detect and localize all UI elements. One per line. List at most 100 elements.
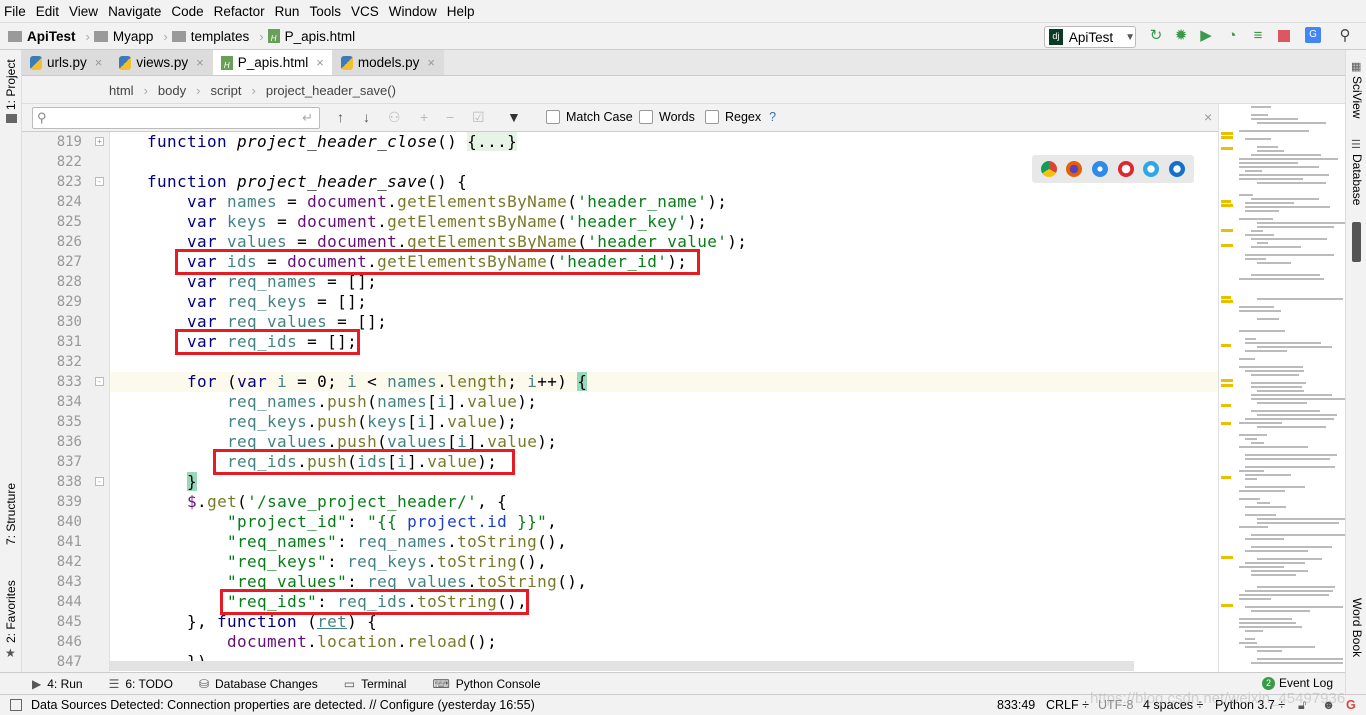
project-tool-button[interactable]: 1: Project <box>4 59 18 110</box>
database-tool-button[interactable]: Database <box>1350 154 1364 205</box>
python-file-icon <box>30 55 42 70</box>
run-configuration-select[interactable]: dj ApiTest ▼ <box>1044 26 1136 48</box>
coverage-icon[interactable]: ▶ <box>1198 28 1214 44</box>
translate-icon[interactable]: G <box>1305 27 1321 43</box>
code-line: "req_names": req_names.toString(), <box>107 532 567 552</box>
sciview-tool-button[interactable]: SciView <box>1350 76 1364 118</box>
profile-icon[interactable]: ◔ <box>1224 28 1240 44</box>
opera-icon[interactable] <box>1117 161 1134 177</box>
code-minimap[interactable] <box>1218 104 1345 672</box>
tab-p_apis-html[interactable]: H P_apis.html × <box>212 50 333 75</box>
words-checkbox[interactable]: Words <box>639 110 695 124</box>
add-occurrence-icon[interactable]: + <box>420 109 428 125</box>
tab-label: models.py <box>357 55 420 70</box>
tool-python-console[interactable]: ⌨ Python Console <box>432 677 540 691</box>
close-icon[interactable]: × <box>1204 109 1212 125</box>
tool-database-changes[interactable]: ⛁ Database Changes <box>199 677 318 691</box>
minimap-line <box>1239 526 1268 528</box>
close-icon[interactable]: × <box>196 55 204 70</box>
tab-urls-py[interactable]: urls.py × <box>22 50 112 75</box>
find-all-icon[interactable]: ⚇ <box>388 109 401 126</box>
breadcrumb-body[interactable]: body <box>158 83 186 98</box>
menu-code[interactable]: Code <box>171 4 203 19</box>
line-separator[interactable]: CRLF ÷ <box>1046 698 1089 712</box>
scrollbar-thumb[interactable] <box>1352 222 1361 262</box>
menu-view[interactable]: View <box>69 4 98 19</box>
tool-run[interactable]: ▶ 4: Run <box>32 677 83 691</box>
collapse-fold-icon[interactable]: - <box>95 377 104 386</box>
filter-icon[interactable]: ▼ <box>507 109 521 125</box>
close-icon[interactable]: × <box>95 55 103 70</box>
minimap-line <box>1245 638 1256 640</box>
close-icon[interactable]: × <box>427 55 435 70</box>
tool-todo[interactable]: ☰ 6: TODO <box>109 677 173 691</box>
minimap-marker <box>1221 204 1233 207</box>
code-token: = <box>277 192 308 211</box>
html-file-icon: H <box>220 55 233 70</box>
regex-checkbox[interactable]: Regex? <box>705 110 776 124</box>
menu-tools[interactable]: Tools <box>309 4 341 19</box>
google-icon[interactable]: G <box>1346 698 1356 712</box>
collapse-fold-icon[interactable]: - <box>95 177 104 186</box>
menu-vcs[interactable]: VCS <box>351 4 379 19</box>
menu-window[interactable]: Window <box>389 4 437 19</box>
debug-icon[interactable]: ✹ <box>1173 28 1189 44</box>
previous-occurrence-icon[interactable]: ↑ <box>337 109 344 125</box>
tab-models-py[interactable]: models.py × <box>332 50 444 75</box>
regex-help-link[interactable]: ? <box>769 110 776 124</box>
code-editor[interactable]: 819 +822 823 - 824 825 826 827 828 829 830 831 832 83… <box>22 132 1218 672</box>
minimap-line <box>1245 646 1316 648</box>
select-all-occurrences-icon[interactable]: ☑ <box>472 109 485 126</box>
toggle-tool-windows-icon[interactable] <box>10 699 22 711</box>
nav-file[interactable]: H P_apis.html <box>267 29 355 44</box>
caret-position[interactable]: 833:49 <box>997 698 1035 712</box>
menu-run[interactable]: Run <box>275 4 300 19</box>
rerun-icon[interactable]: ↻ <box>1148 28 1164 44</box>
horizontal-scrollbar[interactable] <box>110 661 1134 671</box>
chrome-icon[interactable] <box>1040 161 1057 177</box>
match-case-checkbox[interactable]: Match Case <box>546 110 633 124</box>
minimap-line <box>1239 642 1257 644</box>
remove-occurrence-icon[interactable]: − <box>446 109 454 125</box>
edge-icon[interactable] <box>1169 161 1186 177</box>
search-icon[interactable]: ⚲ <box>1337 28 1353 44</box>
stop-icon[interactable] <box>1278 30 1290 42</box>
nav-folder-myapp[interactable]: Myapp <box>93 29 153 44</box>
collapse-fold-icon[interactable]: - <box>95 477 104 486</box>
firefox-icon[interactable] <box>1066 161 1083 177</box>
tab-views-py[interactable]: views.py × <box>111 50 213 75</box>
breadcrumb-function[interactable]: project_header_save() <box>266 83 396 98</box>
menu-edit[interactable]: Edit <box>36 4 59 19</box>
event-log-button[interactable]: 2 Event Log <box>1261 676 1333 690</box>
favorites-tool-button[interactable]: 2: Favorites <box>4 580 18 643</box>
close-icon[interactable]: × <box>316 55 324 70</box>
menu-help[interactable]: Help <box>447 4 475 19</box>
breadcrumb-html[interactable]: html <box>109 83 134 98</box>
ie-icon[interactable] <box>1143 161 1160 177</box>
safari-icon[interactable] <box>1092 161 1109 177</box>
line-number: 847 <box>56 654 82 670</box>
tool-label: Terminal <box>361 676 407 691</box>
code-token: getElementsByName <box>387 212 558 231</box>
code-line: document.location.reload(); <box>107 632 497 652</box>
run-concurrency-icon[interactable]: ≡ <box>1250 28 1266 44</box>
nav-folder-templates[interactable]: templates <box>171 29 249 44</box>
menu-navigate[interactable]: Navigate <box>108 4 161 19</box>
word-book-tool-button[interactable]: Word Book <box>1350 598 1364 657</box>
menu-refactor[interactable]: Refactor <box>214 4 265 19</box>
code-token: 'header_name' <box>577 192 708 211</box>
find-bar: ⚲ ↵ ↑ ↓ ⚇ + − ☑ ▼ Match Case Words Regex… <box>22 104 1218 132</box>
breadcrumb-script[interactable]: script <box>210 83 241 98</box>
code-token: var <box>237 372 278 391</box>
line-number: 823 <box>56 174 82 190</box>
find-input[interactable]: ⚲ ↵ <box>32 107 320 129</box>
next-occurrence-icon[interactable]: ↓ <box>363 109 370 125</box>
structure-tool-button[interactable]: 7: Structure <box>4 483 18 545</box>
status-message[interactable]: Data Sources Detected: Connection proper… <box>31 698 535 712</box>
minimap-line <box>1245 486 1305 488</box>
nav-project[interactable]: ApiTest <box>8 29 76 44</box>
tool-terminal[interactable]: ▭ Terminal <box>344 677 407 691</box>
menu-file[interactable]: File <box>4 4 26 19</box>
expand-fold-icon[interactable]: + <box>95 137 104 146</box>
